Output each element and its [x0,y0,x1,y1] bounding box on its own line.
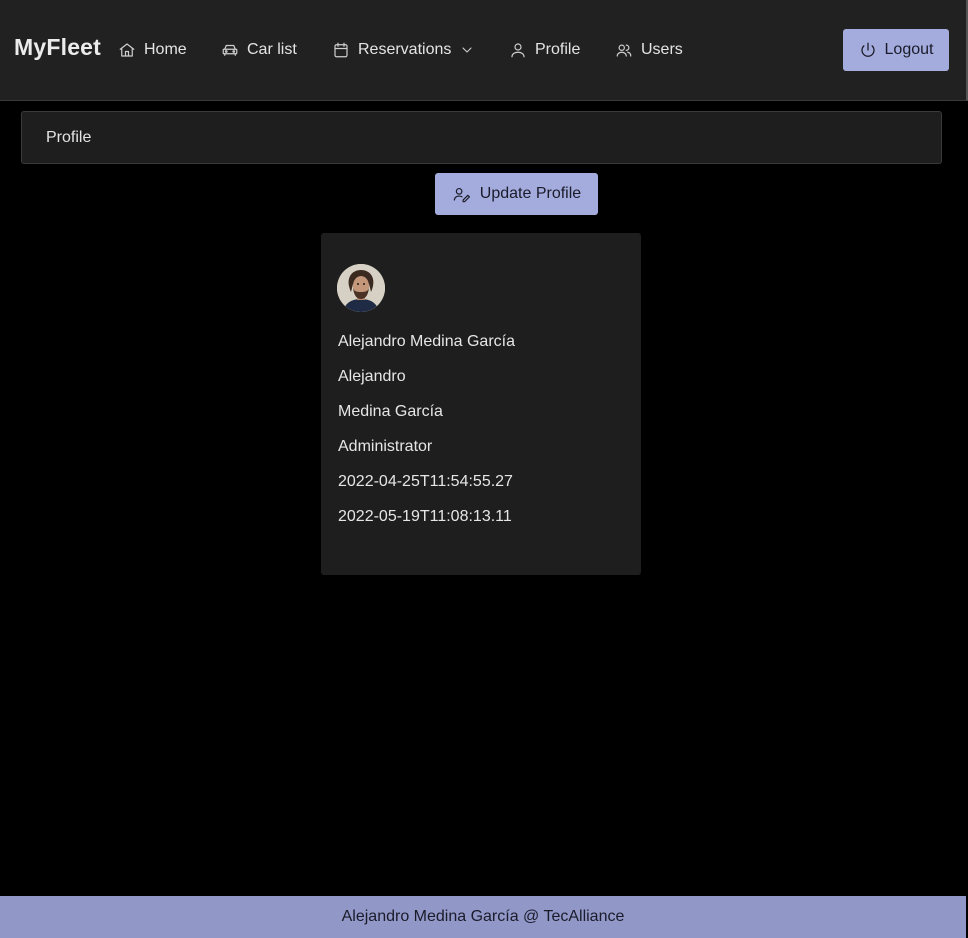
nav-item-users[interactable]: Users [615,38,683,62]
power-icon [860,42,875,57]
nav-item-label: Users [641,41,683,58]
home-icon [119,43,135,57]
update-profile-label: Update Profile [479,185,582,202]
update-profile-button[interactable]: Update Profile [435,173,598,215]
avatar [337,264,385,312]
nav-item-label: Reservations [358,41,452,58]
users-icon [616,44,632,57]
nav-item-car-list[interactable]: Car list [221,38,297,62]
profile-card: Alejandro Medina García Alejandro Medina… [321,233,641,575]
profile-full-name: Alejandro Medina García [338,333,515,350]
profile-updated-at: 2022-05-19T11:08:13.11 [338,508,512,525]
nav-item-reservations[interactable]: Reservations [332,38,475,62]
profile-last-name: Medina García [338,403,443,420]
user-edit-icon [453,187,470,202]
breadcrumb: Profile [21,111,942,164]
calendar-icon [334,42,348,58]
logout-label: Logout [884,41,934,58]
page-title: Profile [46,129,92,146]
top-navbar: MyFleet Home Car list Reservations Profi… [0,0,968,101]
profile-role: Administrator [338,438,433,455]
nav-item-profile[interactable]: Profile [509,38,580,62]
avatar-photo [337,264,385,312]
footer-text: Alejandro Medina García @ TecAlliance [341,908,625,925]
profile-created-at: 2022-04-25T11:54:55.27 [338,473,513,490]
nav-item-label: Home [144,41,187,58]
car-icon [222,44,238,56]
user-icon [511,43,525,58]
nav-item-home[interactable]: Home [118,38,187,62]
logout-button[interactable]: Logout [843,29,949,71]
brand-logo[interactable]: MyFleet [14,34,101,61]
nav-item-label: Car list [247,41,297,58]
nav-item-label: Profile [535,41,581,58]
footer: Alejandro Medina García @ TecAlliance [0,896,966,938]
profile-first-name: Alejandro [338,368,406,385]
chevron-down-icon [462,47,472,53]
